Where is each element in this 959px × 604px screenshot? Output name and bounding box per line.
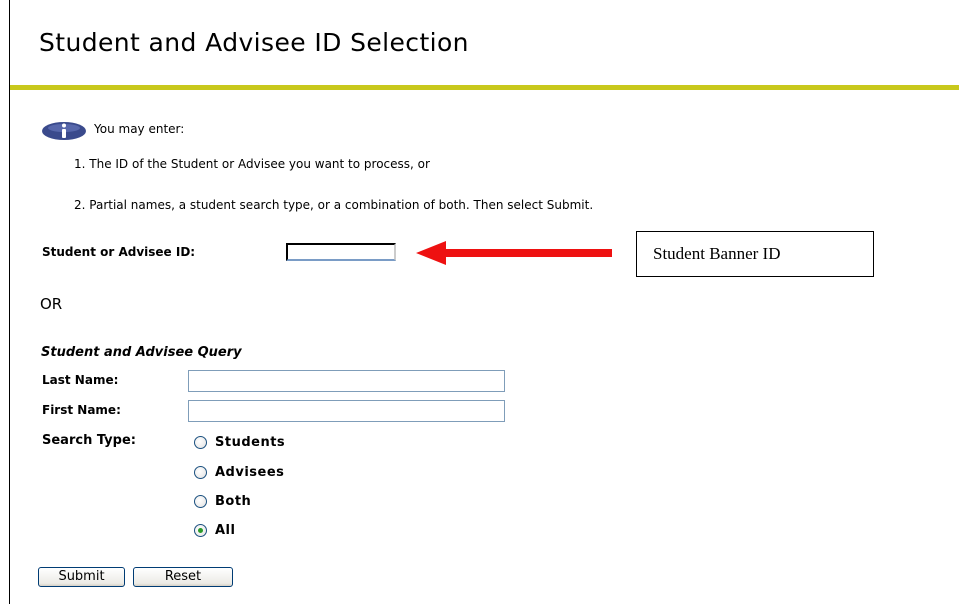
radio-label: Advisees: [215, 464, 285, 480]
annotation-callout: Student Banner ID: [636, 231, 874, 277]
radio-advisees[interactable]: Advisees: [194, 464, 284, 480]
query-heading: Student and Advisee Query: [41, 345, 242, 360]
radio-button-checked[interactable]: [194, 523, 207, 537]
instruction-item: 1. The ID of the Student or Advisee you …: [74, 157, 430, 171]
title-divider: [10, 85, 959, 90]
reset-button[interactable]: Reset: [133, 567, 233, 587]
radio-label: All: [215, 522, 236, 538]
student-id-input[interactable]: [286, 243, 396, 261]
search-type-label: Search Type:: [42, 433, 136, 448]
info-intro-text: You may enter:: [94, 122, 185, 136]
instruction-item: 2. Partial names, a student search type,…: [74, 198, 594, 212]
submit-button[interactable]: Submit: [38, 567, 125, 587]
or-separator: OR: [40, 295, 63, 313]
info-icon: [42, 122, 86, 140]
last-name-input[interactable]: [188, 370, 505, 392]
first-name-input[interactable]: [188, 400, 505, 422]
radio-label: Students: [215, 434, 286, 450]
radio-students[interactable]: Students: [194, 434, 285, 450]
radio-button[interactable]: [194, 465, 207, 479]
last-name-label: Last Name:: [42, 373, 119, 387]
radio-all[interactable]: All: [194, 522, 235, 538]
radio-button[interactable]: [194, 435, 207, 449]
page-frame: [9, 0, 959, 604]
red-arrow-icon: [416, 241, 612, 265]
radio-label: Both: [215, 493, 252, 509]
radio-button[interactable]: [194, 494, 207, 508]
student-id-label: Student or Advisee ID:: [42, 245, 196, 259]
radio-both[interactable]: Both: [194, 493, 251, 509]
page-title: Student and Advisee ID Selection: [39, 28, 469, 57]
first-name-label: First Name:: [42, 403, 121, 417]
